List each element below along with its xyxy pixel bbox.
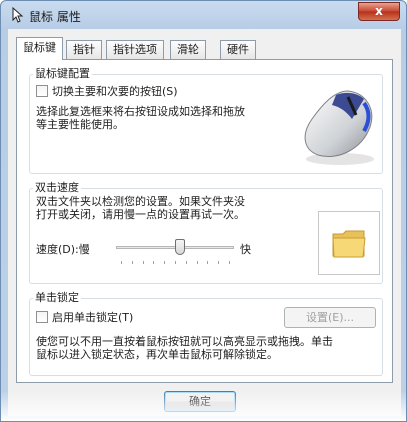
slider-tick: [121, 261, 122, 264]
button-config-group: 鼠标键配置 切换主要和次要的按钮(S) 选择此复选框来将右按钮设成如选择和拖放 …: [29, 67, 383, 174]
dialog-client: 鼠标键 指针 指针选项 滑轮 硬件 鼠标键配置 切换主要和次要的按钮(S) 选择…: [8, 29, 401, 416]
close-icon: x: [375, 4, 383, 18]
slider-tick: [164, 261, 165, 264]
desc-line: 等主要性能使用。: [36, 118, 124, 131]
mouse-icon: [304, 90, 374, 165]
title-bar[interactable]: 鼠标 属性 x: [1, 1, 406, 29]
double-click-speed-slider[interactable]: [116, 239, 234, 267]
bottom-fade: [1, 391, 406, 421]
desc-line: 使您可以不用一直按着鼠标按钮就可以高亮显示或拖拽。单击: [36, 335, 333, 348]
speed-label: 速度(D):慢: [36, 243, 90, 257]
click-lock-settings-button[interactable]: 设置(E)...: [284, 307, 376, 328]
window-title: 鼠标 属性: [29, 10, 81, 24]
slider-tick: [132, 261, 133, 264]
click-lock-label: 单击锁定: [33, 291, 81, 305]
close-button[interactable]: x: [358, 2, 400, 21]
click-lock-checkbox[interactable]: [36, 311, 48, 323]
slider-tick: [186, 261, 187, 264]
slider-tick: [218, 261, 219, 264]
click-lock-group: 单击锁定 启用单击锁定(T) 设置(E)... 使您可以不用一直按着鼠标按钮就可…: [29, 291, 383, 376]
slider-tick: [175, 261, 176, 264]
slider-tick: [197, 261, 198, 264]
tab-pointers[interactable]: 指针: [66, 40, 102, 59]
slider-tick: [207, 261, 208, 264]
slider-tick: [229, 261, 230, 264]
double-click-test-area[interactable]: [318, 211, 380, 275]
click-lock-description: 使您可以不用一直按着鼠标按钮就可以高亮显示或拖拽。单击 鼠标以进入锁定状态，再次…: [36, 335, 333, 361]
slow-label: 慢: [78, 243, 90, 256]
tab-hardware[interactable]: 硬件: [220, 40, 256, 59]
double-click-group: 双击速度 双击文件夹以检测您的设置。如果文件夹没 打开或关闭，请用慢一点的设置再…: [29, 181, 383, 284]
mouse-pointer-icon: [12, 7, 24, 23]
tab-pointer-options[interactable]: 指针选项: [106, 40, 164, 59]
slider-tick: [143, 261, 144, 264]
folder-icon[interactable]: [331, 228, 367, 260]
slider-thumb[interactable]: [175, 239, 185, 255]
desc-line: 鼠标以进入锁定状态，再次单击鼠标可解除锁定。: [36, 348, 278, 361]
switch-buttons-description: 选择此复选框来将右按钮设成如选择和拖放 等主要性能使用。: [36, 105, 245, 131]
button-config-label: 鼠标键配置: [33, 67, 92, 81]
click-lock-text: 启用单击锁定(T): [52, 311, 134, 324]
switch-buttons-checkbox[interactable]: [36, 85, 48, 97]
double-click-description: 双击文件夹以检测您的设置。如果文件夹没 打开或关闭，请用慢一点的设置再试一次。: [36, 195, 245, 221]
slider-tick: [153, 261, 154, 264]
switch-buttons-label: 切换主要和次要的按钮(S): [52, 85, 178, 98]
tab-wheel[interactable]: 滑轮: [170, 40, 206, 59]
speed-caption: 速度(D):: [36, 243, 79, 256]
buttons-tab-panel: 鼠标键配置 切换主要和次要的按钮(S) 选择此复选框来将右按钮设成如选择和拖放 …: [16, 59, 393, 383]
double-click-label: 双击速度: [33, 181, 81, 195]
desc-line: 打开或关闭，请用慢一点的设置再试一次。: [36, 208, 245, 221]
desc-line: 双击文件夹以检测您的设置。如果文件夹没: [36, 195, 245, 208]
mouse-properties-window: 鼠标 属性 x 鼠标键 指针 指针选项 滑轮 硬件 鼠标键配置 切换主要和次要的…: [0, 0, 407, 422]
switch-buttons-option[interactable]: 切换主要和次要的按钮(S): [36, 85, 178, 99]
click-lock-option[interactable]: 启用单击锁定(T): [36, 311, 133, 325]
tab-buttons[interactable]: 鼠标键: [16, 37, 63, 60]
desc-line: 选择此复选框来将右按钮设成如选择和拖放: [36, 105, 245, 118]
fast-label: 快: [240, 243, 251, 256]
